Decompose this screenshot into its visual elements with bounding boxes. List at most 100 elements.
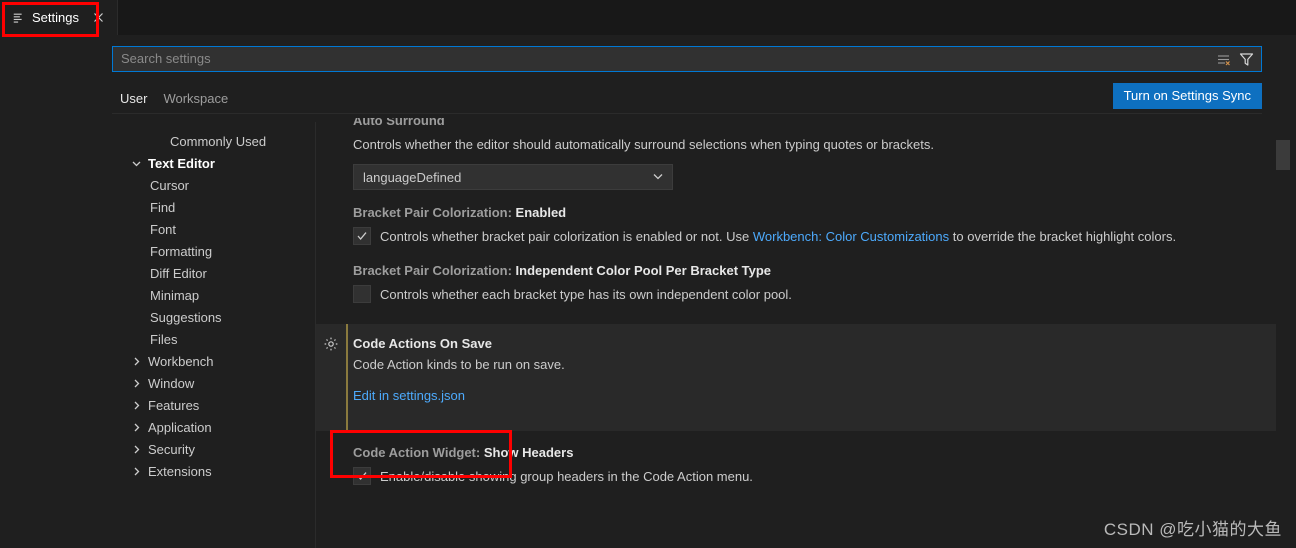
chevron-down-icon: [652, 170, 664, 185]
workbench-color-customizations-link[interactable]: Workbench: Color Customizations: [753, 229, 949, 244]
setting-description: Code Action kinds to be run on save.: [353, 357, 565, 372]
search-actions: [1215, 51, 1257, 68]
setting-description: Enable/disable showing group headers in …: [380, 469, 753, 484]
toc-item-minimap[interactable]: Minimap: [110, 284, 315, 306]
edit-in-settings-json-link[interactable]: Edit in settings.json: [353, 388, 465, 403]
toc-item-suggestions[interactable]: Suggestions: [110, 306, 315, 328]
chevron-right-icon: [128, 419, 144, 435]
toc-item-label: Files: [150, 331, 178, 347]
filter-funnel-icon[interactable]: [1238, 51, 1255, 68]
tab-workspace[interactable]: Workspace: [155, 91, 236, 114]
setting-description: Controls whether bracket pair colorizati…: [380, 228, 1176, 246]
setting-title: Code Actions On Save: [353, 335, 1276, 353]
toc-item-label: Font: [150, 221, 177, 237]
setting-description: Controls whether the editor should autom…: [353, 137, 934, 152]
toc-item-files[interactable]: Files: [110, 328, 315, 350]
toc-item-label: Workbench: [148, 353, 214, 369]
toc-item-label: Find: [150, 199, 176, 215]
setting-checkbox-row[interactable]: Controls whether bracket pair colorizati…: [353, 227, 1276, 246]
chevron-right-icon: [128, 375, 144, 391]
toc-item-label: Minimap: [150, 287, 200, 303]
tab-user[interactable]: User: [112, 91, 156, 114]
toc-item-font[interactable]: Font: [110, 218, 315, 240]
setting-title-value: Auto Surround: [353, 118, 445, 128]
toc-item-find[interactable]: Find: [110, 196, 315, 218]
settings-list: Auto Surround Controls whether the edito…: [316, 118, 1276, 548]
watermark: CSDN @吃小猫的大鱼: [1103, 520, 1282, 539]
settings-toc: Commonly Used Text Editor Cursor Find Fo…: [110, 122, 315, 548]
setting-title-value: Independent Color Pool Per Bracket Type: [515, 263, 772, 278]
editor-top-strip: [110, 35, 1296, 43]
toc-item-security[interactable]: Security: [110, 438, 315, 460]
search-settings-container[interactable]: [112, 46, 1262, 72]
setting-code-action-widget-show-headers: Code Action Widget: Show Headers Enable/…: [316, 431, 1276, 486]
toc-item-features[interactable]: Features: [110, 394, 315, 416]
setting-description: Controls whether each bracket type has i…: [380, 287, 792, 302]
chevron-right-icon: [128, 397, 144, 413]
tab-settings[interactable]: Settings: [0, 0, 118, 35]
toc-item-cursor[interactable]: Cursor: [110, 174, 315, 196]
toc-item-label: Diff Editor: [150, 265, 207, 281]
toc-item-label: Extensions: [148, 463, 212, 479]
settings-scope-tabs: User Workspace: [112, 84, 1262, 114]
scope-tabs-divider: [112, 113, 1262, 114]
chevron-right-icon: [128, 441, 144, 457]
setting-title-value: Enabled: [515, 205, 567, 220]
checkbox-checked[interactable]: [353, 467, 371, 485]
desc-after: to override the bracket highlight colors…: [949, 229, 1177, 244]
chevron-right-icon: [128, 353, 144, 369]
setting-title: Bracket Pair Colorization: Independent C…: [353, 262, 1276, 280]
setting-code-actions-on-save[interactable]: Code Actions On Save Code Action kinds t…: [316, 324, 1276, 431]
setting-title: Auto Surround: [353, 118, 1276, 130]
setting-title-prefix: Code Action Widget:: [353, 445, 484, 460]
settings-list-icon: [12, 11, 26, 25]
toc-item-diff-editor[interactable]: Diff Editor: [110, 262, 315, 284]
chevron-down-icon: [128, 155, 144, 171]
toc-item-label: Cursor: [150, 177, 190, 193]
tab-label: Settings: [32, 10, 79, 25]
toc-item-workbench[interactable]: Workbench: [110, 350, 315, 372]
checkbox-unchecked[interactable]: [353, 285, 371, 303]
toc-item-label: Formatting: [150, 243, 213, 259]
setting-title: Code Action Widget: Show Headers: [353, 444, 1276, 462]
left-gutter: [0, 35, 110, 548]
setting-title-prefix: Bracket Pair Colorization:: [353, 205, 516, 220]
scrollbar-thumb[interactable]: [1276, 140, 1290, 170]
setting-auto-surround: Auto Surround Controls whether the edito…: [316, 118, 1276, 204]
toc-item-label: Security: [148, 441, 195, 457]
setting-bracket-pair-colorization-enabled: Bracket Pair Colorization: Enabled Contr…: [316, 204, 1276, 262]
toc-item-text-editor[interactable]: Text Editor: [110, 152, 315, 174]
close-icon[interactable]: [91, 10, 107, 26]
toc-item-label: Suggestions: [150, 309, 222, 325]
toc-item-label: Text Editor: [148, 155, 215, 171]
setting-title-value: Code Actions On Save: [353, 336, 492, 351]
toc-item-formatting[interactable]: Formatting: [110, 240, 315, 262]
setting-checkbox-row[interactable]: Enable/disable showing group headers in …: [353, 467, 1276, 486]
clear-filters-icon[interactable]: [1215, 51, 1232, 68]
toc-item-window[interactable]: Window: [110, 372, 315, 394]
toc-item-label: Features: [148, 397, 200, 413]
turn-on-settings-sync-button[interactable]: Turn on Settings Sync: [1112, 83, 1262, 109]
toc-item-label: Commonly Used: [170, 133, 267, 149]
setting-bracket-pair-independent-color-pool: Bracket Pair Colorization: Independent C…: [316, 262, 1276, 324]
vscode-settings-window: Settings Search settings User Workspace …: [0, 0, 1296, 548]
tab-bar-empty-area: [117, 0, 1296, 35]
chevron-right-icon: [128, 463, 144, 479]
editor-tab-bar: Settings: [0, 0, 1296, 35]
modified-indicator: [346, 324, 348, 431]
select-value: languageDefined: [363, 169, 462, 185]
gear-icon[interactable]: [323, 336, 339, 352]
checkbox-checked[interactable]: [353, 227, 371, 245]
setting-title: Bracket Pair Colorization: Enabled: [353, 204, 1276, 222]
toc-item-label: Window: [148, 375, 195, 391]
toc-item-extensions[interactable]: Extensions: [110, 460, 315, 482]
setting-title-value: Show Headers: [483, 445, 574, 460]
toc-item-commonly-used[interactable]: Commonly Used: [110, 130, 315, 152]
auto-surround-select[interactable]: languageDefined: [353, 164, 673, 190]
search-input[interactable]: [121, 48, 1215, 70]
setting-title-prefix: Bracket Pair Colorization:: [353, 263, 516, 278]
setting-checkbox-row[interactable]: Controls whether each bracket type has i…: [353, 285, 1276, 304]
desc-before: Controls whether bracket pair colorizati…: [380, 229, 753, 244]
toc-item-application[interactable]: Application: [110, 416, 315, 438]
settings-scrollbar[interactable]: [1276, 118, 1290, 548]
